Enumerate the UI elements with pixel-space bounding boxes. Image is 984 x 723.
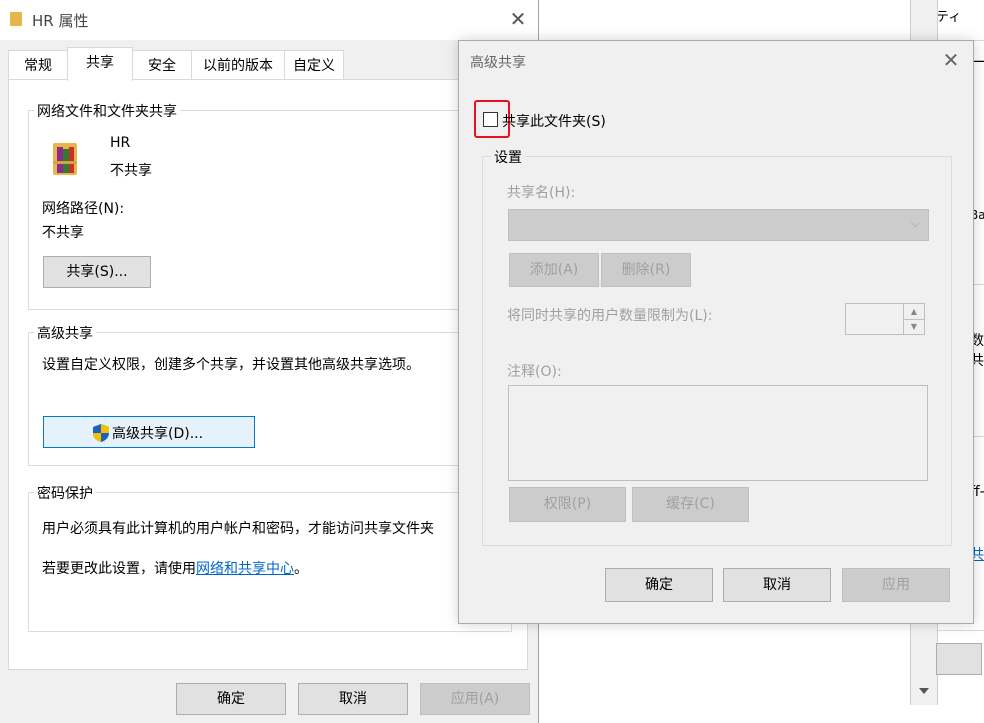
comment-textarea[interactable] bbox=[508, 385, 928, 481]
tab-customize[interactable]: 自定义 bbox=[284, 50, 344, 80]
advanced-dialog-title: 高级共享 bbox=[470, 55, 526, 71]
properties-titlebar: HR 属性 ✕ bbox=[0, 0, 538, 40]
change-prefix: 若要更改此设置，请使用 bbox=[42, 561, 196, 577]
spin-up-icon[interactable]: ▲ bbox=[903, 304, 924, 320]
close-icon[interactable]: ✕ bbox=[941, 50, 961, 70]
share-name-label: 共享名(H): bbox=[507, 185, 576, 201]
folder-name: HR bbox=[110, 135, 131, 151]
spin-down-icon[interactable]: ▼ bbox=[903, 319, 924, 334]
add-button[interactable]: 添加(A) bbox=[509, 253, 599, 287]
advanced-sharing-button[interactable]: 高级共享(D)... bbox=[43, 416, 255, 448]
close-icon[interactable]: ✕ bbox=[508, 9, 528, 29]
group-title: 高级共享 bbox=[34, 323, 96, 343]
folder-icon bbox=[10, 12, 22, 26]
advanced-titlebar: 高级共享 ✕ bbox=[459, 41, 973, 81]
user-limit-label: 将同时共享的用户数量限制为(L): bbox=[507, 308, 713, 324]
share-name-dropdown[interactable]: ⌵ bbox=[508, 209, 929, 241]
group-title: 密码保护 bbox=[34, 483, 96, 503]
cancel-button[interactable]: 取消 bbox=[298, 683, 408, 715]
ok-button[interactable]: 确定 bbox=[605, 568, 713, 602]
apply-button[interactable]: 应用(A) bbox=[420, 683, 530, 715]
bg-text-fragment: ティ bbox=[936, 10, 962, 25]
share-button[interactable]: 共享(S)... bbox=[43, 256, 151, 288]
apply-button[interactable]: 应用 bbox=[842, 568, 950, 602]
group-title: 网络文件和文件夹共享 bbox=[34, 101, 180, 121]
user-limit-stepper[interactable]: ▲ ▼ bbox=[845, 303, 925, 335]
network-path-label: 网络路径(N): bbox=[42, 201, 125, 217]
ok-button[interactable]: 确定 bbox=[176, 683, 286, 715]
tab-general[interactable]: 常规 bbox=[8, 50, 68, 80]
network-sharing-center-link[interactable]: 网络和共享中心 bbox=[196, 561, 294, 577]
background-button[interactable] bbox=[936, 643, 982, 675]
chevron-down-icon: ⌵ bbox=[910, 216, 920, 230]
password-description: 用户必须具有此计算机的用户帐户和密码，才能访问共享文件夹 bbox=[42, 521, 434, 537]
advanced-sharing-button-label: 高级共享(D)... bbox=[112, 426, 204, 442]
settings-group-title: 设置 bbox=[491, 147, 525, 167]
scroll-down-arrow-icon[interactable] bbox=[919, 688, 929, 694]
network-path-value: 不共享 bbox=[42, 225, 84, 241]
permissions-button[interactable]: 权限(P) bbox=[509, 487, 626, 522]
window-title: HR 属性 bbox=[32, 12, 89, 30]
share-folder-label[interactable]: 共享此文件夹(S) bbox=[502, 111, 606, 131]
password-change-text: 若要更改此设置，请使用网络和共享中心。 bbox=[42, 558, 308, 578]
share-folder-checkbox[interactable] bbox=[483, 112, 498, 127]
divider bbox=[936, 630, 984, 631]
shield-icon bbox=[93, 424, 109, 442]
tab-previous-versions[interactable]: 以前的版本 bbox=[191, 50, 285, 80]
remove-button[interactable]: 删除(R) bbox=[601, 253, 691, 287]
shared-folder-icon bbox=[53, 143, 77, 175]
folder-share-status: 不共享 bbox=[110, 163, 152, 179]
advanced-sharing-description: 设置自定义权限，创建多个共享，并设置其他高级共享选项。 bbox=[42, 357, 420, 373]
sharing-panel: 网络文件和文件夹共享 HR 不共享 网络路径(N): 不共享 共享(S)... … bbox=[8, 79, 528, 670]
caching-button[interactable]: 缓存(C) bbox=[632, 487, 749, 522]
comment-label: 注释(O): bbox=[507, 364, 562, 380]
tab-security[interactable]: 安全 bbox=[132, 50, 192, 80]
advanced-sharing-dialog: 高级共享 ✕ 共享此文件夹(S) 设置 共享名(H): ⌵ 添加(A) 删除(R… bbox=[458, 40, 974, 624]
tab-sharing[interactable]: 共享 bbox=[67, 47, 133, 81]
cancel-button[interactable]: 取消 bbox=[723, 568, 831, 602]
change-suffix: 。 bbox=[294, 561, 308, 577]
